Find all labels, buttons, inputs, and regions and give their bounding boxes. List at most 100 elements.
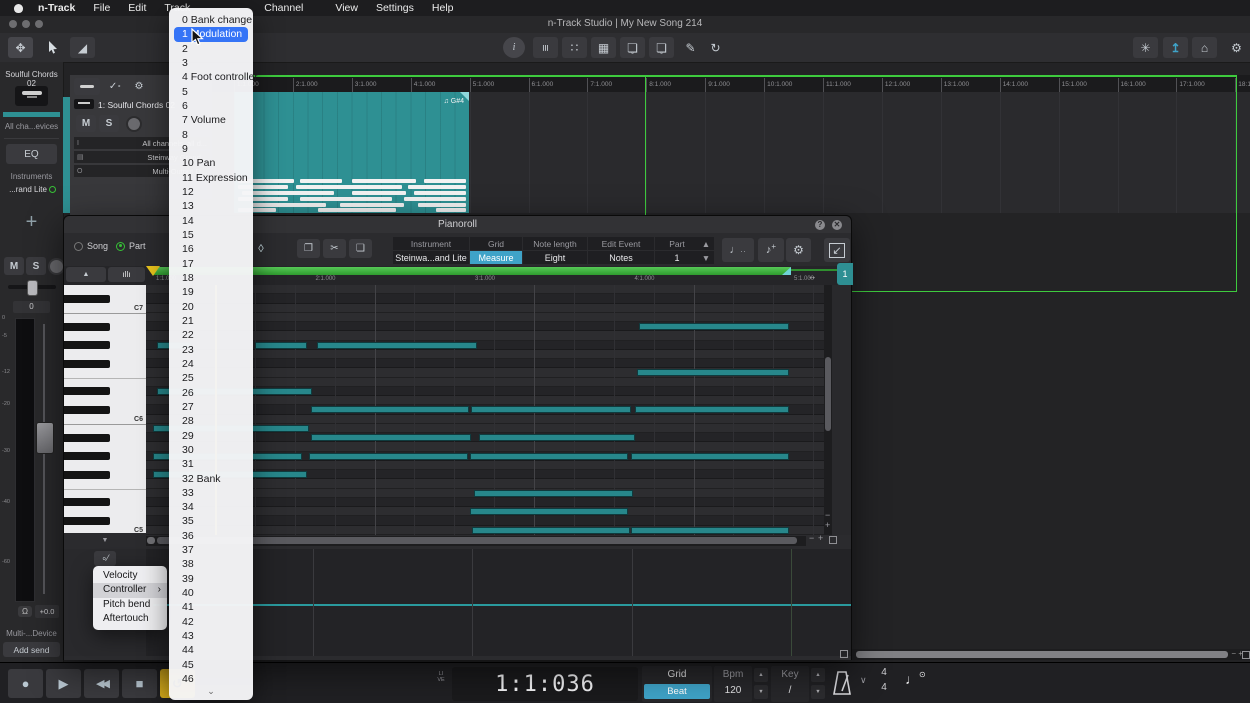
track-thumbnail[interactable] bbox=[15, 86, 48, 106]
black-key[interactable] bbox=[64, 295, 110, 303]
pianoroll-toolbar-column-value[interactable]: Eight bbox=[523, 251, 587, 264]
midi-note[interactable] bbox=[639, 323, 789, 330]
controller-menu-item[interactable]: 17 bbox=[169, 257, 253, 271]
controller-menu-item[interactable]: 43 bbox=[169, 629, 253, 643]
black-key[interactable] bbox=[64, 341, 110, 349]
plugins-icon[interactable]: ✳ bbox=[1133, 37, 1158, 58]
strip-mute-button[interactable]: M bbox=[4, 257, 24, 275]
monitor-icon[interactable]: Ω bbox=[18, 606, 32, 617]
midi-note[interactable] bbox=[309, 453, 468, 460]
menubar-item-help[interactable]: Help bbox=[423, 2, 463, 14]
midi-note[interactable] bbox=[472, 527, 630, 534]
controller-menu-item[interactable]: 28 bbox=[169, 414, 253, 428]
fade-tool-icon[interactable]: ◢ bbox=[70, 37, 95, 58]
black-key[interactable] bbox=[64, 452, 110, 460]
controller-menu-item[interactable]: 30 bbox=[169, 443, 253, 457]
midi-note[interactable] bbox=[474, 490, 633, 497]
octave-up-icon[interactable]: ▲ bbox=[66, 267, 106, 282]
controller-menu-item[interactable]: 10 Pan bbox=[169, 156, 253, 170]
midi-note[interactable] bbox=[471, 406, 631, 413]
add-note-icon[interactable]: ♪+ bbox=[758, 238, 784, 262]
track-view-button[interactable] bbox=[74, 78, 100, 95]
controller-menu-item[interactable]: 12 bbox=[169, 185, 253, 199]
black-key[interactable] bbox=[64, 471, 110, 479]
controller-menu-item[interactable]: 26 bbox=[169, 386, 253, 400]
live-label[interactable]: LIVE bbox=[437, 671, 445, 683]
metronome-icon[interactable] bbox=[830, 669, 854, 702]
controller-value-line[interactable] bbox=[153, 604, 851, 606]
grid-value-button[interactable]: Beat bbox=[644, 684, 710, 699]
move-tool-icon[interactable]: ✥ bbox=[8, 37, 33, 58]
volume-fader-thumb[interactable] bbox=[36, 422, 54, 454]
midi-note[interactable] bbox=[470, 508, 628, 515]
event-type-menu-item[interactable]: Velocity bbox=[93, 569, 167, 583]
controller-menu-item[interactable]: 38 bbox=[169, 557, 253, 571]
controller-menu-item[interactable]: 27 bbox=[169, 400, 253, 414]
octave-down-icon[interactable]: ▼ bbox=[64, 533, 146, 547]
midi-note[interactable] bbox=[317, 342, 477, 349]
apple-menu-icon[interactable] bbox=[14, 4, 23, 13]
copy-icon[interactable]: ❐ bbox=[297, 239, 320, 258]
track-title[interactable]: 1: Soulful Chords 02 bbox=[98, 100, 175, 110]
info-icon[interactable]: i bbox=[503, 37, 525, 58]
black-key[interactable] bbox=[64, 387, 110, 395]
track-lane[interactable]: ♫ G#4 bbox=[212, 92, 1250, 213]
song-radio[interactable] bbox=[74, 242, 83, 251]
song-h-scrollbar[interactable]: − + bbox=[852, 649, 1250, 660]
menu-scroll-down-icon[interactable]: ⌄ bbox=[169, 686, 253, 698]
playhead-marker[interactable] bbox=[146, 266, 160, 276]
track-record-arm-button[interactable] bbox=[126, 116, 142, 132]
part-down-icon[interactable]: ▼ bbox=[698, 251, 714, 264]
controller-menu-item[interactable]: 44 bbox=[169, 643, 253, 657]
v-zoom-in-icon[interactable]: + bbox=[825, 520, 830, 530]
black-key[interactable] bbox=[64, 323, 110, 331]
pianoroll-toolbar-column-value[interactable]: Measure bbox=[470, 251, 522, 264]
eq-button[interactable]: EQ bbox=[6, 144, 57, 164]
send-to-track-icon[interactable]: ↙ bbox=[824, 238, 850, 262]
controller-menu-item[interactable]: 0 Bank change bbox=[169, 13, 253, 27]
piano-keyboard[interactable]: C7C6C5 bbox=[64, 285, 146, 535]
key-up-icon[interactable]: ▲ bbox=[811, 668, 825, 682]
controller-menu-item[interactable]: 4 Foot controller bbox=[169, 70, 253, 84]
midi-note[interactable] bbox=[631, 453, 789, 460]
midi-note[interactable] bbox=[255, 342, 307, 349]
controller-menu-item[interactable]: 46 bbox=[169, 672, 253, 686]
pan-slider-thumb[interactable] bbox=[27, 280, 38, 296]
controller-menu-item[interactable]: 7 Volume bbox=[169, 113, 253, 127]
pianoroll-toolbar-column-value[interactable]: Notes bbox=[588, 251, 654, 264]
track-solo-button[interactable]: S bbox=[99, 115, 119, 132]
h-zoom-in-icon[interactable]: + bbox=[818, 533, 823, 543]
midi-note[interactable] bbox=[637, 369, 789, 376]
controller-menu-item[interactable]: 6 bbox=[169, 99, 253, 113]
mixer-icon[interactable]: ≡ bbox=[533, 37, 558, 58]
instrument-slot[interactable]: ...rand Lite bbox=[2, 185, 63, 194]
black-key[interactable] bbox=[64, 360, 110, 368]
cut-icon[interactable]: ✂ bbox=[323, 239, 346, 258]
pan-value[interactable]: 0 bbox=[13, 301, 50, 313]
controller-menu-item[interactable]: 36 bbox=[169, 529, 253, 543]
import-home-icon[interactable]: ⌂ bbox=[1192, 37, 1217, 58]
pedal-icon-1[interactable]: ❏∘ bbox=[620, 37, 645, 58]
controller-menu-item[interactable]: 34 bbox=[169, 500, 253, 514]
controller-menu-item[interactable]: 21 bbox=[169, 314, 253, 328]
black-key[interactable] bbox=[64, 434, 110, 442]
midi-note[interactable] bbox=[631, 527, 789, 534]
time-display[interactable]: 1:1:036 bbox=[452, 667, 638, 701]
select-tool-icon[interactable] bbox=[40, 37, 65, 58]
controller-menu-item[interactable]: 40 bbox=[169, 586, 253, 600]
controller-menu-item[interactable]: 23 bbox=[169, 343, 253, 357]
instrument-power-icon[interactable] bbox=[49, 186, 56, 193]
black-key[interactable] bbox=[64, 406, 110, 414]
bpm-up-icon[interactable]: ▲ bbox=[754, 668, 768, 682]
menubar-item-channel[interactable]: Channel bbox=[255, 2, 312, 14]
note-length-icon[interactable]: ♩.. bbox=[722, 238, 754, 262]
controller-menu-item[interactable]: 32 Bank bbox=[169, 472, 253, 486]
settings-gear-icon[interactable]: ⚙ bbox=[1224, 37, 1249, 58]
paste-icon[interactable]: ❏ bbox=[349, 239, 372, 258]
metronome-menu-chevron-icon[interactable]: ∨ bbox=[860, 675, 867, 686]
pianoroll-toolbar-column-value[interactable]: Steinwa...and Lite bbox=[393, 251, 469, 264]
key-down-icon[interactable]: ▼ bbox=[811, 685, 825, 699]
timeline-ruler[interactable]: 1:1.0002:1.0003:1.0004:1.0005:1.0006:1.0… bbox=[212, 75, 1250, 93]
midi-note[interactable] bbox=[311, 434, 471, 441]
h-zoom-icon[interactable]: ↔ bbox=[804, 269, 820, 282]
